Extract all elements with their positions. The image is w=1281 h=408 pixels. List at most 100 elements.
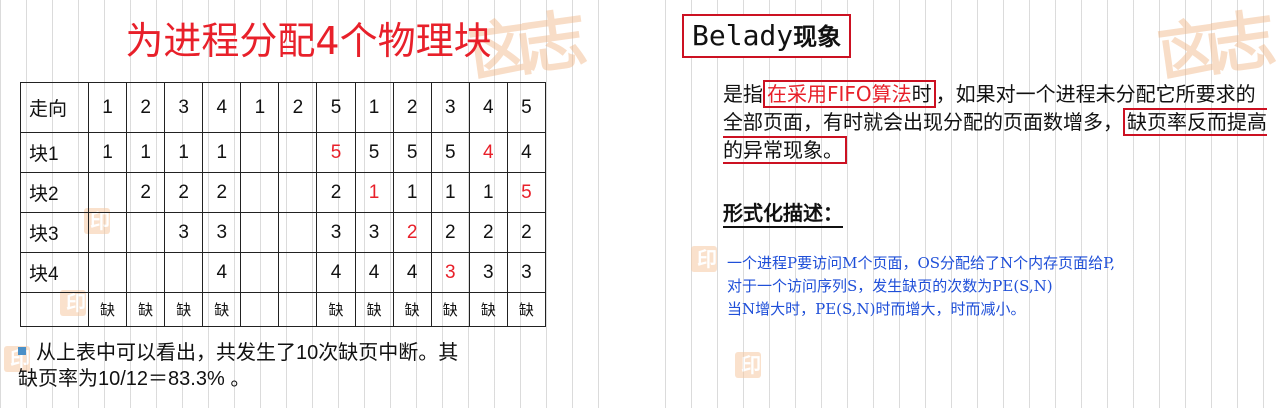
table-cell: 2 [392, 212, 432, 253]
para-prefix: 是指 [723, 82, 763, 106]
table-cell: 4 [354, 252, 394, 293]
table-cell: 3 [506, 252, 547, 293]
formal-description-heading: 形式化描述： [723, 200, 843, 228]
slide-title: 为进程分配4个物理块 [125, 19, 492, 63]
formal-line: 一个进程P要访问M个页面，OS分配给了N个内存页面给P, [727, 254, 1115, 272]
formal-line: 当N增大时，PE(S,N)时而增大，时而减小。 [727, 300, 1026, 318]
table-cell [278, 212, 318, 253]
table-cell: 1 [87, 82, 128, 133]
boxed-fifo-phrase: 在采用FIFO算法时 [763, 80, 936, 108]
table-cell [278, 292, 318, 327]
right-slide: 㐫志 印 印 Belady现象 是指 在采用FIFO算法时 ，如果对一个进程未分配它… [665, 0, 1281, 408]
table-cell [240, 132, 280, 173]
table-cell: 缺 [392, 292, 432, 327]
table-cell: 2 [278, 82, 318, 133]
table-cell: 缺 [87, 292, 128, 327]
table-cell: 3 [354, 212, 394, 253]
row-label: 块3 [20, 212, 89, 253]
formal-line: 对于一个访问序列S，发生缺页的次数为PE(S,N) [727, 277, 1053, 295]
bullet-text-line1: 从上表中可以看出，共发生了10次缺页中断。其 [36, 342, 459, 364]
table-cell [164, 252, 204, 293]
watermark-stamp-icon: 印 [735, 352, 761, 378]
table-cell: 3 [164, 212, 204, 253]
table-cell: 1 [354, 82, 394, 133]
table-cell: 2 [126, 82, 166, 133]
bullet-square-icon [18, 347, 26, 355]
title-latin: Belady [692, 19, 794, 52]
table-cell: 缺 [468, 292, 508, 327]
left-slide: 㐫志 印 印 印 为进程分配4个物理块 走向 1 2 3 4 1 2 5 1 2 3 4 5 块1 1 1 1 1… [0, 0, 617, 408]
bullet-text-line2: 缺页率为10/12＝83.3% 。 [18, 368, 251, 390]
table-cell [240, 172, 280, 213]
table-cell: 5 [354, 132, 394, 173]
table-cell: 缺 [126, 292, 166, 327]
table-cell [126, 212, 166, 253]
table-cell [87, 172, 128, 213]
fifo-red-text: 在采用FIFO算法 [767, 82, 912, 106]
table-cell: 1 [164, 132, 204, 173]
table-cell: 2 [430, 212, 470, 253]
table-cell: 1 [240, 82, 280, 133]
table-cell: 缺 [164, 292, 204, 327]
row-label: 块2 [20, 172, 89, 213]
table-cell: 1 [430, 172, 470, 213]
table-cell: 1 [202, 132, 242, 173]
table-cell: 5 [316, 82, 356, 133]
title-cjk: 现象 [793, 23, 842, 51]
table-row: 块4 4 4 4 4 3 3 3 [20, 252, 547, 293]
row-label: 走向 [20, 82, 89, 133]
table-cell: 4 [468, 82, 508, 133]
table-cell: 3 [202, 212, 242, 253]
table-cell: 2 [468, 212, 508, 253]
table-cell [278, 172, 318, 213]
row-label [20, 292, 89, 327]
table-row: 走向 1 2 3 4 1 2 5 1 2 3 4 5 [20, 82, 547, 133]
table-cell [240, 212, 280, 253]
formal-description: 一个进程P要访问M个页面，OS分配给了N个内存页面给P, 对于一个访问序列S，发… [727, 252, 1277, 321]
table-cell: 4 [468, 132, 508, 173]
table-cell [126, 252, 166, 293]
table-cell: 4 [202, 252, 242, 293]
table-cell: 1 [126, 132, 166, 173]
table-cell [278, 252, 318, 293]
table-cell [87, 252, 128, 293]
table-cell: 缺 [430, 292, 470, 327]
table-cell: 4 [392, 252, 432, 293]
table-cell: 3 [430, 82, 470, 133]
table-cell: 缺 [506, 292, 547, 327]
table-cell [240, 292, 280, 327]
table-row: 块2 2 2 2 2 1 1 1 1 5 [20, 172, 547, 213]
table-cell: 5 [316, 132, 356, 173]
slide-gap [617, 0, 665, 408]
table-cell: 3 [316, 212, 356, 253]
table-cell: 1 [468, 172, 508, 213]
table-cell: 5 [430, 132, 470, 173]
table-cell [87, 212, 128, 253]
table-cell: 缺 [316, 292, 356, 327]
table-cell: 4 [506, 132, 547, 173]
definition-paragraph: 是指 在采用FIFO算法时 ，如果对一个进程未分配它所要求的全部页面，有时就会出现分… [723, 80, 1273, 164]
table-cell: 缺 [202, 292, 242, 327]
row-label: 块4 [20, 252, 89, 293]
table-cell [278, 132, 318, 173]
row-label: 块1 [20, 132, 89, 173]
table-cell: 4 [316, 252, 356, 293]
table-cell: 1 [354, 172, 394, 213]
table-cell: 5 [392, 132, 432, 173]
table-cell: 2 [126, 172, 166, 213]
table-cell: 1 [392, 172, 432, 213]
table-cell: 3 [430, 252, 470, 293]
table-cell: 2 [392, 82, 432, 133]
conclusion-bullet: 从上表中可以看出，共发生了10次缺页中断。其 缺页率为10/12＝83.3% 。 [18, 340, 598, 392]
table-cell [240, 252, 280, 293]
table-cell: 3 [164, 82, 204, 133]
slide-title: Belady现象 [682, 14, 852, 58]
watermark-stamp-icon: 印 [691, 246, 717, 272]
table-cell: 1 [87, 132, 128, 173]
table-cell: 2 [202, 172, 242, 213]
table-cell: 5 [506, 82, 547, 133]
fifo-tail-text: 时 [911, 82, 932, 106]
table-cell: 2 [506, 212, 547, 253]
page-replacement-table: 走向 1 2 3 4 1 2 5 1 2 3 4 5 块1 1 1 1 1 5 5 5 5 4 4 块2 2 2 2 2 1 1 1 1 5 块3 3… [20, 82, 547, 327]
table-cell: 5 [506, 172, 547, 213]
